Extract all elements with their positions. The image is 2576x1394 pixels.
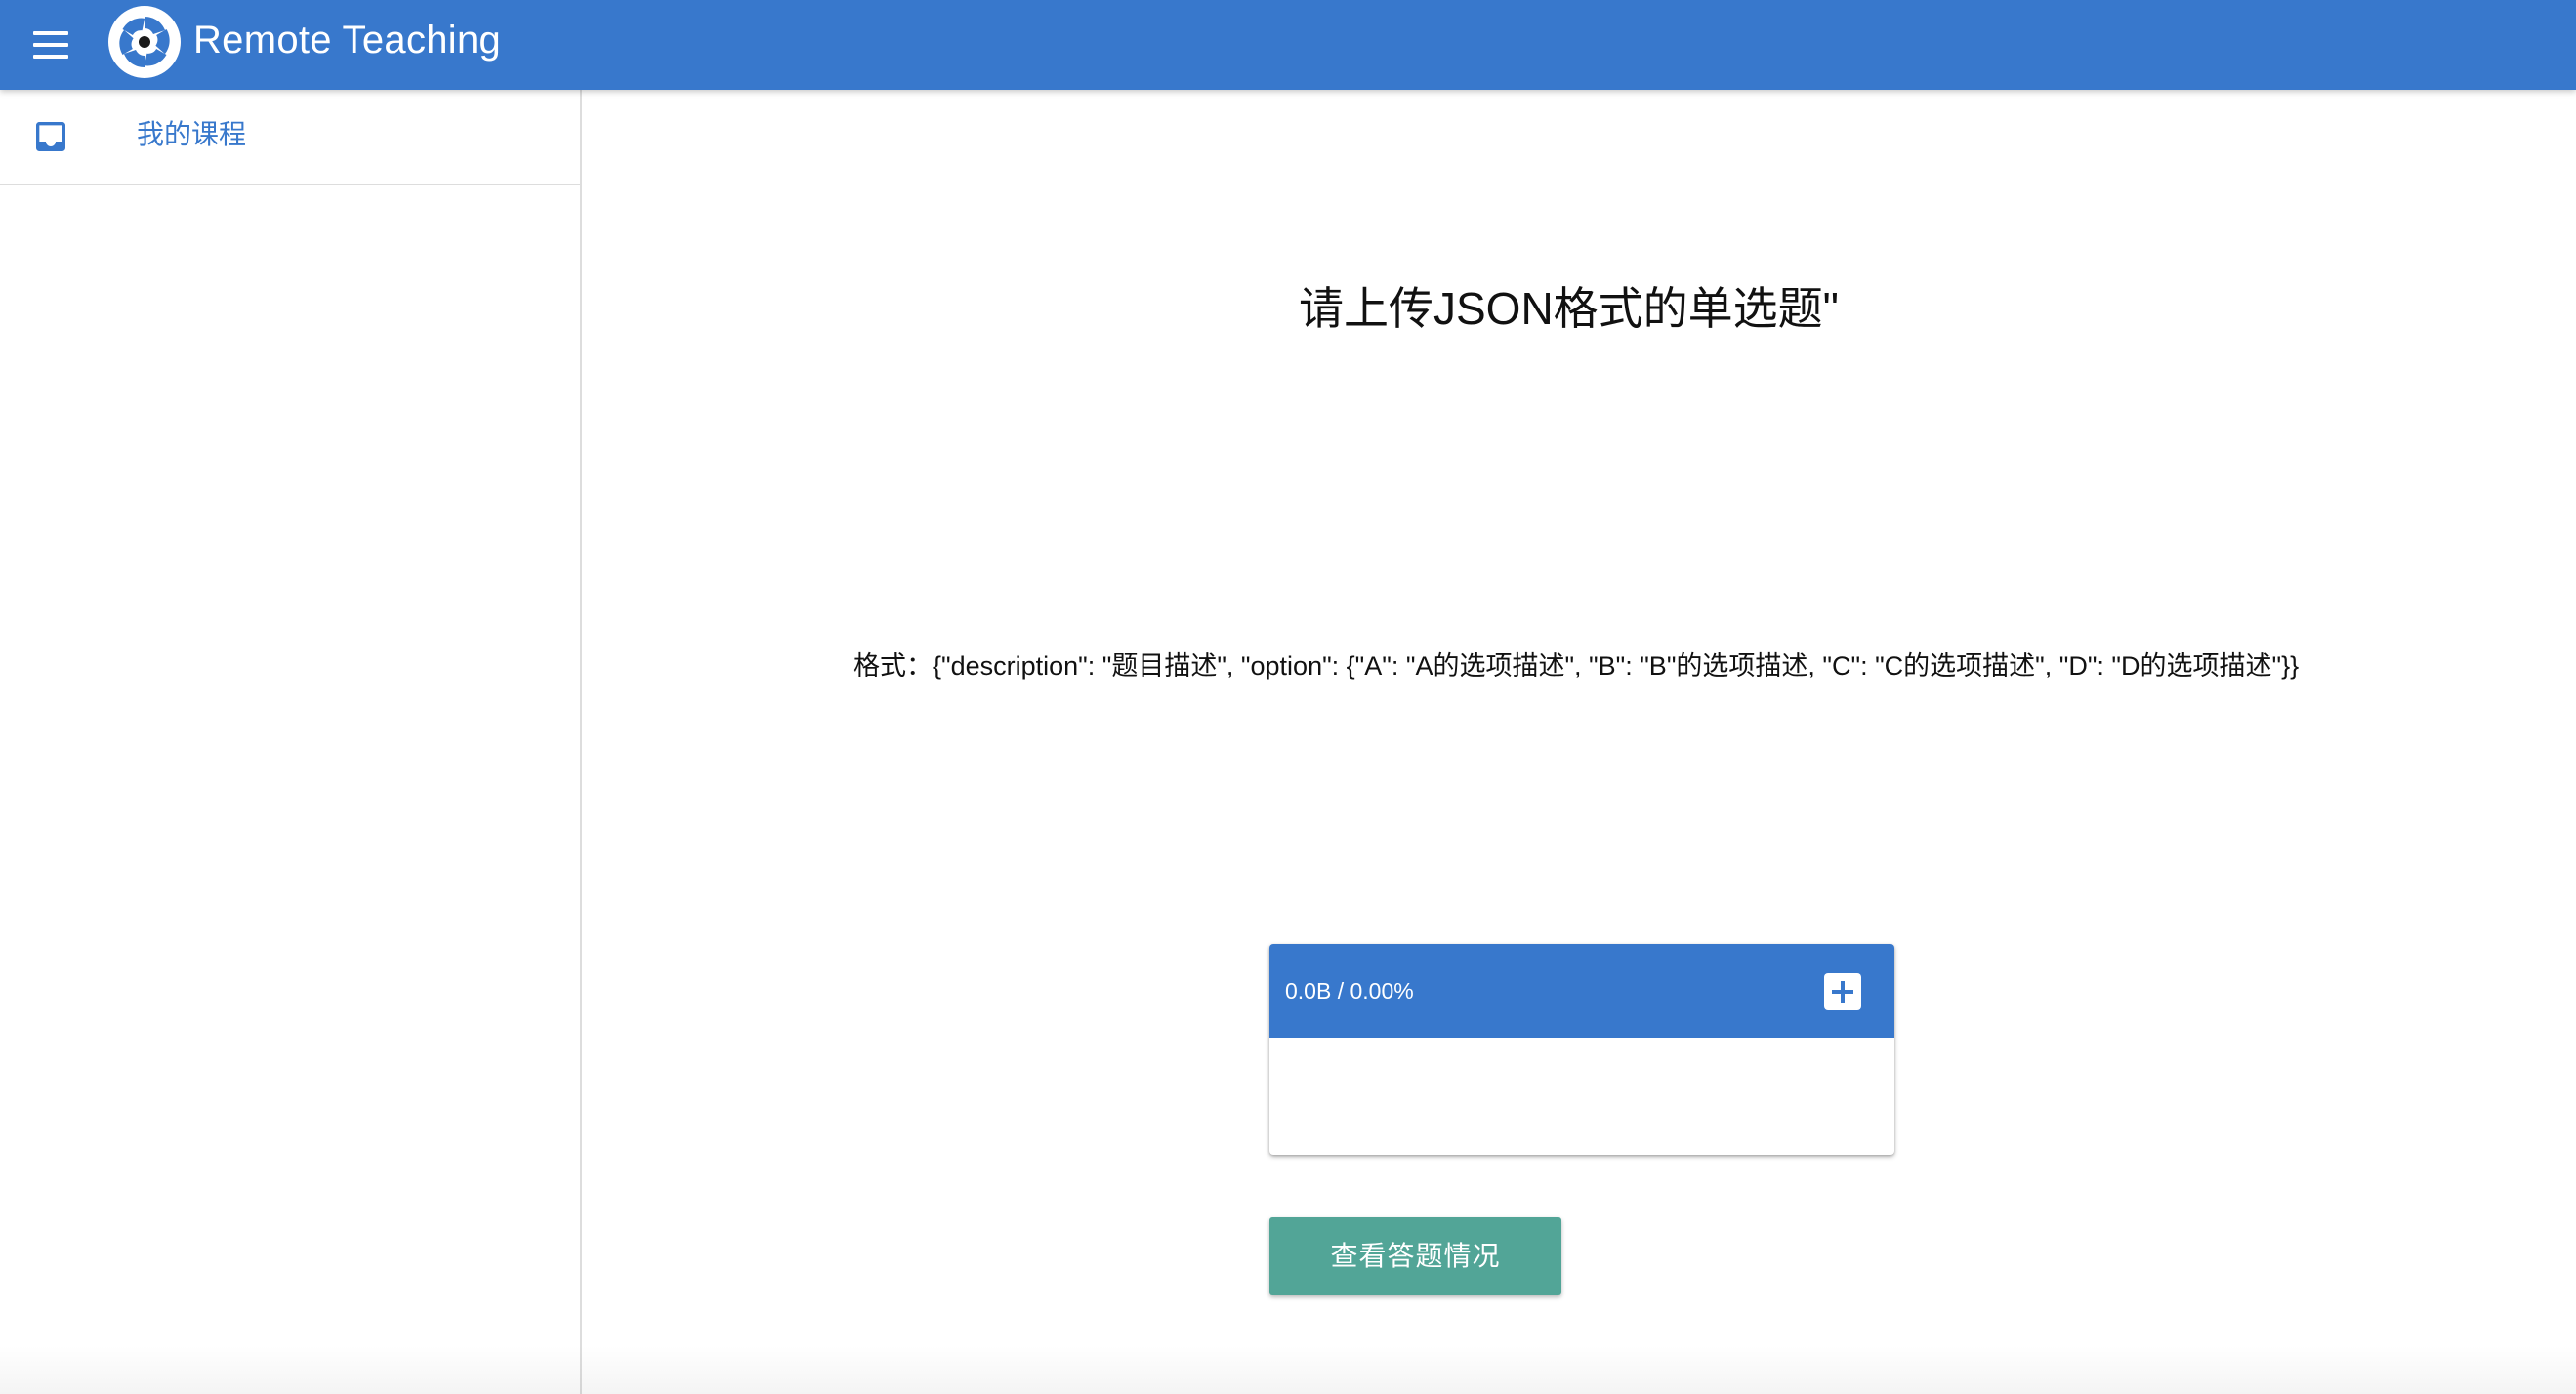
app-title: Remote Teaching — [193, 19, 502, 62]
inbox-icon — [36, 122, 65, 151]
add-box-icon[interactable] — [1824, 973, 1861, 1010]
format-description: 格式：{"description": "题目描述", "option": {"A… — [853, 651, 2300, 680]
file-uploader[interactable]: 0.0B / 0.00% — [1269, 944, 1894, 1155]
upload-progress-text: 0.0B / 0.00% — [1285, 978, 1414, 1004]
app-header: Remote Teaching — [0, 0, 2576, 90]
app-logo — [108, 6, 181, 78]
menu-icon[interactable] — [27, 21, 74, 68]
sidebar-item-label: 我的课程 — [137, 119, 247, 149]
page-title: 请上传JSON格式的单选题" — [1299, 283, 1840, 334]
sidebar-item-my-courses[interactable]: 我的课程 — [0, 90, 580, 185]
sidebar: 我的课程 — [0, 90, 582, 1394]
view-answers-button[interactable]: 查看答题情况 — [1269, 1217, 1561, 1295]
uploader-header: 0.0B / 0.00% — [1269, 944, 1894, 1038]
